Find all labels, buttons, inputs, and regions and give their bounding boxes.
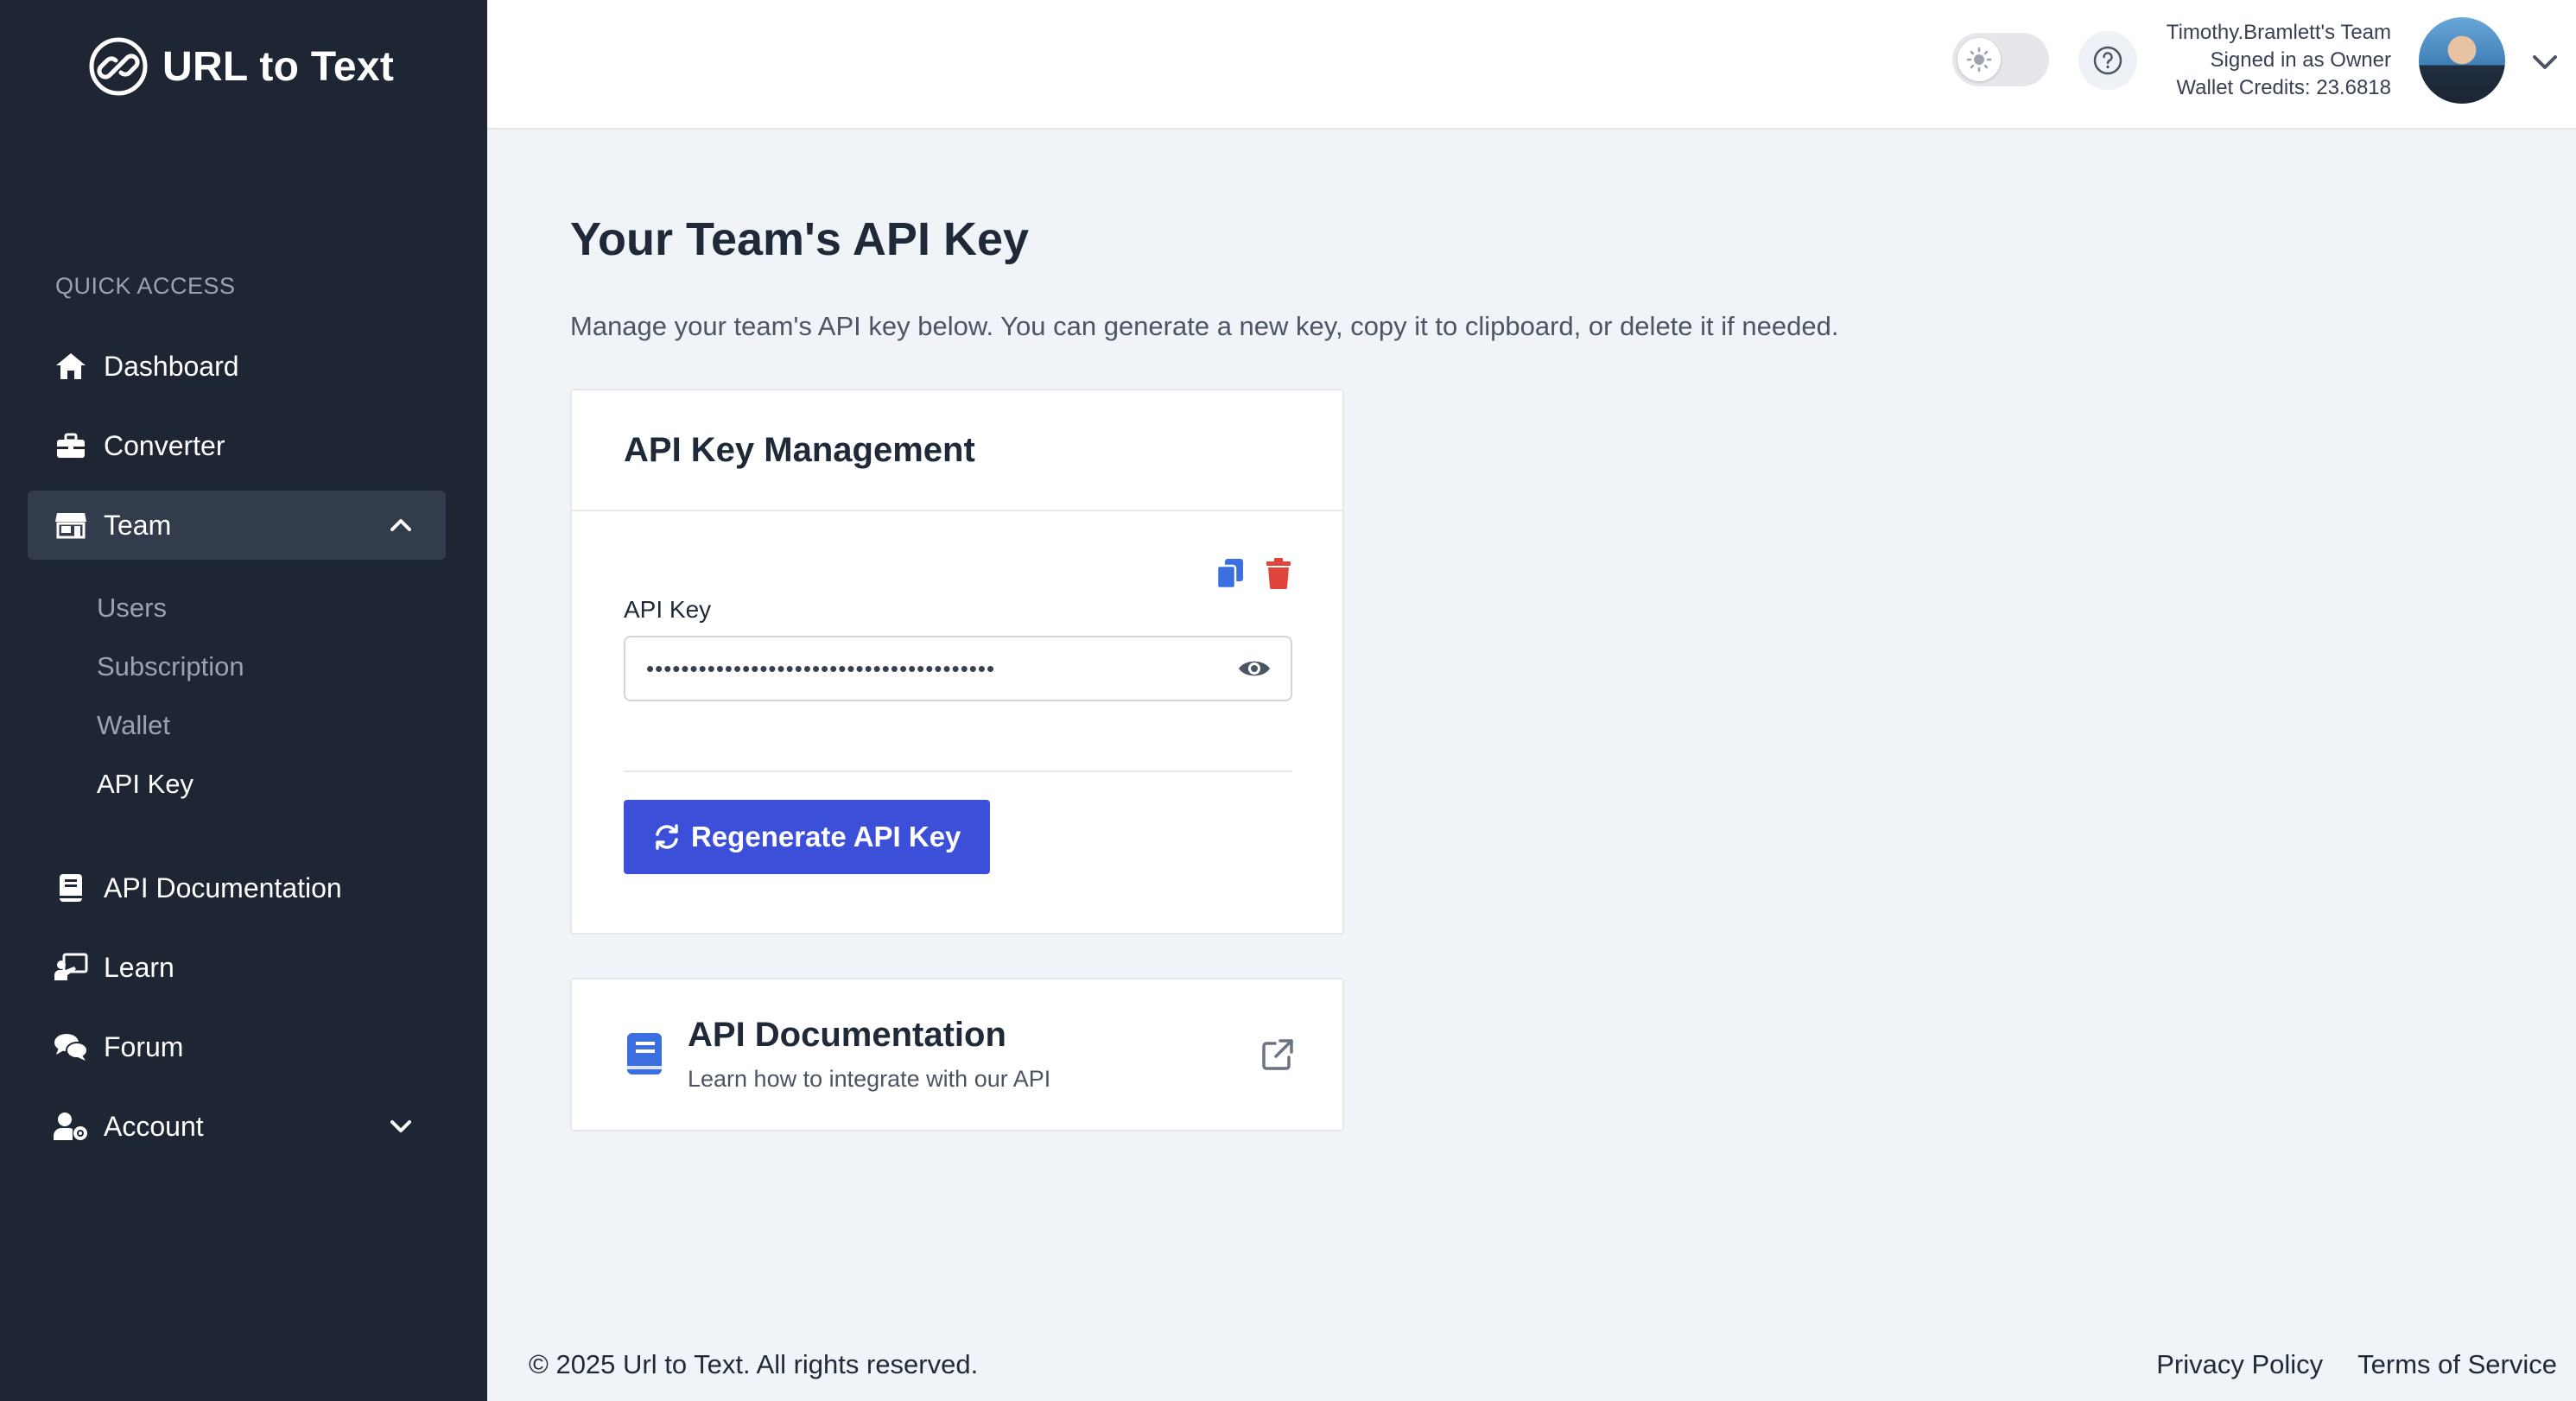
footer-links: Privacy Policy Terms of Service xyxy=(2156,1349,2557,1380)
sidebar-item-forum[interactable]: Forum xyxy=(28,1012,446,1081)
card-title: API Key Management xyxy=(572,390,1342,511)
store-icon xyxy=(54,508,88,542)
comments-icon xyxy=(54,1030,88,1064)
sidebar-item-label: Dashboard xyxy=(104,350,239,382)
sidebar-subitem-wallet[interactable]: Wallet xyxy=(97,710,170,741)
regenerate-label: Regenerate API Key xyxy=(691,821,961,853)
book-icon xyxy=(54,871,88,905)
theme-toggle[interactable] xyxy=(1952,33,2049,86)
regenerate-api-key-button[interactable]: Regenerate API Key xyxy=(624,800,991,874)
sidebar-item-learn[interactable]: Learn xyxy=(28,933,446,1002)
sidebar-item-account[interactable]: Account xyxy=(28,1092,446,1161)
chevron-down-icon[interactable] xyxy=(2528,45,2562,79)
wallet-credits: Wallet Credits: 23.6818 xyxy=(2176,76,2391,99)
doc-card-subtitle: Learn how to integrate with our API xyxy=(688,1066,1051,1092)
terms-of-service-link[interactable]: Terms of Service xyxy=(2357,1349,2557,1380)
sidebar-item-label: Learn xyxy=(104,951,174,983)
sidebar-item-label: Account xyxy=(104,1110,204,1142)
key-actions xyxy=(1215,556,1294,591)
sidebar-item-api-documentation[interactable]: API Documentation xyxy=(28,853,446,922)
privacy-policy-link[interactable]: Privacy Policy xyxy=(2156,1349,2323,1380)
copyright: © 2025 Url to Text. All rights reserved. xyxy=(529,1349,979,1379)
toolbox-icon xyxy=(54,428,88,463)
question-circle-icon xyxy=(2093,46,2122,75)
user-role: Signed in as Owner xyxy=(2210,48,2391,72)
sidebar-item-team[interactable]: Team xyxy=(28,491,446,560)
book-icon xyxy=(627,1033,662,1075)
user-info[interactable]: Timothy.Bramlett's Team Signed in as Own… xyxy=(2167,19,2391,102)
api-key-input[interactable] xyxy=(624,636,1292,701)
sidebar: URL to Text QUICK ACCESS Dashboard Conve… xyxy=(0,0,487,1401)
sidebar-item-dashboard[interactable]: Dashboard xyxy=(28,332,446,401)
sidebar-subitem-subscription[interactable]: Subscription xyxy=(97,651,244,682)
page-description: Manage your team's API key below. You ca… xyxy=(570,311,1839,341)
brand[interactable]: URL to Text xyxy=(88,36,394,97)
api-key-card: API Key Management API Key Regenerate AP… xyxy=(570,389,1344,935)
quick-access-label: QUICK ACCESS xyxy=(55,273,236,299)
sidebar-item-label: Forum xyxy=(104,1030,184,1062)
chevron-down-icon xyxy=(390,1120,411,1132)
brand-name: URL to Text xyxy=(162,43,395,90)
trash-icon[interactable] xyxy=(1263,556,1294,591)
sidebar-item-converter[interactable]: Converter xyxy=(28,411,446,480)
avatar[interactable] xyxy=(2419,17,2505,104)
divider xyxy=(624,770,1292,772)
eye-icon[interactable] xyxy=(1235,650,1273,688)
api-documentation-card[interactable]: API Documentation Learn how to integrate… xyxy=(570,978,1344,1132)
team-name: Timothy.Bramlett's Team xyxy=(2166,21,2391,44)
sync-icon xyxy=(656,824,678,850)
page-title: Your Team's API Key xyxy=(570,213,1030,265)
sidebar-item-label: API Documentation xyxy=(104,872,342,903)
chalkboard-teacher-icon xyxy=(54,950,88,985)
toggle-knob xyxy=(1957,38,2001,81)
sidebar-subitem-api-key[interactable]: API Key xyxy=(97,769,194,800)
copy-icon[interactable] xyxy=(1215,556,1246,591)
top-header: Timothy.Bramlett's Team Signed in as Own… xyxy=(487,0,2576,130)
api-key-label: API Key xyxy=(624,596,712,623)
sidebar-subitem-users[interactable]: Users xyxy=(97,593,167,624)
external-link-icon[interactable] xyxy=(1261,1038,1294,1071)
doc-card-title: API Documentation xyxy=(688,1016,1006,1054)
sidebar-item-label: Converter xyxy=(104,429,225,461)
sun-icon xyxy=(1966,47,1992,73)
chevron-up-icon xyxy=(390,519,411,531)
home-icon xyxy=(54,349,88,384)
link-logo-icon xyxy=(89,37,148,96)
user-cog-icon xyxy=(54,1109,88,1144)
sidebar-item-label: Team xyxy=(104,509,172,541)
help-button[interactable] xyxy=(2078,31,2137,90)
